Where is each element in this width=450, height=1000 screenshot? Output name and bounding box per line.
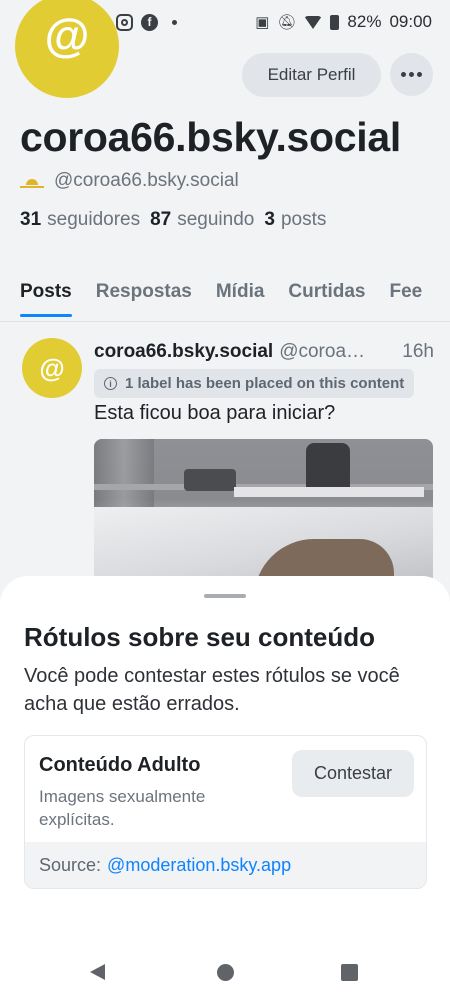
post-author[interactable]: coroa66.bsky.social [94,341,273,363]
post-avatar[interactable]: @ [22,338,82,398]
profile-stats: 31 seguidores 87 seguindo 3 posts [20,209,326,231]
followers-stat[interactable]: 31 seguidores [20,209,140,231]
contest-button[interactable]: Contestar [292,750,414,797]
label-name: Conteúdo Adulto [39,754,201,776]
source-prefix: Source: [39,854,102,875]
labels-bottom-sheet: Rótulos sobre seu conteúdo Você pode con… [0,576,450,1000]
label-card: Conteúdo Adulto Imagens sexualmente expl… [24,735,427,889]
image-bag [306,443,350,493]
tab-likes[interactable]: Curtidas [288,281,365,317]
home-icon[interactable] [217,964,234,981]
info-icon: i [104,377,117,390]
label-description: Imagens sexualmente explícitas. [39,787,206,829]
back-icon[interactable] [90,964,105,980]
tabs-divider [0,321,450,322]
post-time: 16h [402,341,434,362]
avatar-glyph: @ [44,9,90,61]
post-text: Esta ficou boa para iniciar? [94,402,336,424]
more-icon [401,72,406,77]
post-image[interactable] [94,439,433,589]
edit-profile-button[interactable]: Editar Perfil [242,53,381,97]
tab-media[interactable]: Mídia [216,281,265,317]
profile-tabs: Posts Respostas Mídia Curtidas Fee [20,281,422,317]
profile-display-name: coroa66.bsky.social [20,114,401,160]
label-notice: 1 label has been placed on this content [125,375,405,392]
content-label-chip[interactable]: i 1 label has been placed on this conten… [94,369,415,398]
handle-row: @coroa66.bsky.social [20,170,239,192]
label-source: Source: @moderation.bsky.app [25,842,426,888]
nfc-icon: ▣ [255,14,270,31]
profile-avatar[interactable]: @ [15,0,119,98]
recents-icon[interactable] [341,964,358,981]
mute-icon: 🔕︎ [277,14,297,31]
post-handle: @coroa66.bsky.social [279,341,376,362]
tab-feeds[interactable]: Fee [390,281,423,317]
more-options-button[interactable] [390,53,433,96]
battery-percent: 82% [347,12,382,31]
following-stat[interactable]: 87 seguindo [150,209,254,231]
source-link[interactable]: @moderation.bsky.app [107,855,291,876]
tab-posts[interactable]: Posts [20,281,72,317]
image-object [184,469,236,491]
sun-icon [20,172,44,190]
sheet-drag-handle[interactable] [204,594,246,598]
sheet-title: Rótulos sobre seu conteúdo [24,622,376,652]
instagram-icon [116,13,133,31]
image-desk [234,487,424,497]
sheet-description: Você pode contestar estes rótulos se voc… [24,665,400,715]
post-header[interactable]: coroa66.bsky.social @coroa66.bsky.social… [94,341,434,363]
tab-replies[interactable]: Respostas [96,281,192,317]
posts-stat: 3 posts [264,209,327,230]
facebook-icon: f [141,13,158,31]
status-bar-system: ▣ 🔕︎ 82% 09:00 [255,12,432,32]
more-notifications-dot-icon [172,19,177,25]
battery-icon [330,14,340,30]
wifi-icon [304,15,323,29]
clock: 09:00 [389,12,432,31]
system-nav-bar [0,945,450,1000]
profile-handle: @coroa66.bsky.social [54,170,239,191]
